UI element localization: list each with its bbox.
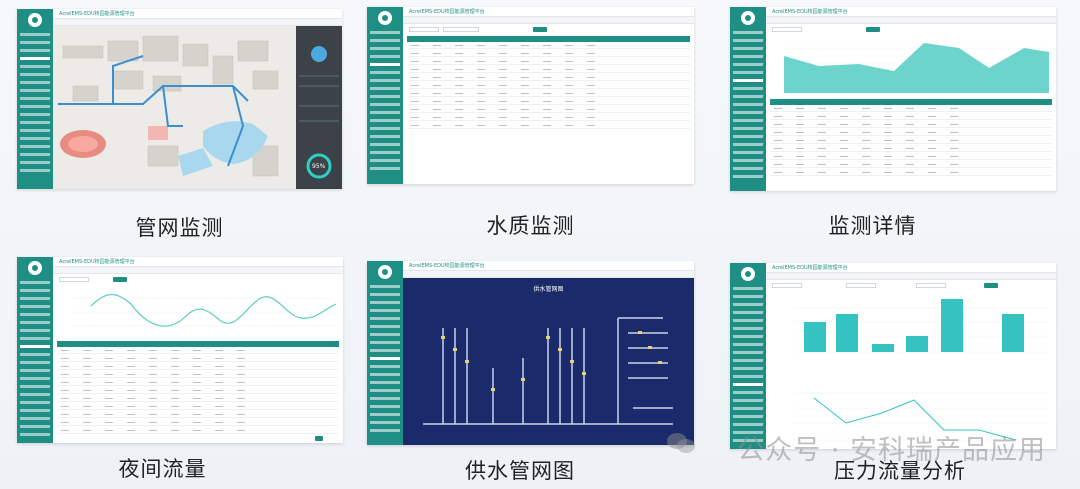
wechat-icon: [667, 433, 695, 453]
logo-icon: [378, 265, 392, 279]
analysis-panel: [766, 280, 1056, 449]
app-title: AcrelEMS-EDU校园能源管理平台: [409, 9, 485, 15]
screenshot-monitoring-detail: AcrelEMS-EDU校园能源管理平台: [730, 7, 1056, 191]
search-button[interactable]: [984, 283, 998, 288]
table-header: [57, 341, 339, 347]
app-title: AcrelEMS-EDU校园能源管理平台: [772, 265, 848, 271]
detail-panel: [766, 24, 1056, 191]
tab-bar[interactable]: [403, 17, 694, 32]
night-flow-panel: [53, 274, 343, 443]
sidebar: [730, 263, 766, 449]
area-chart: [784, 43, 1049, 94]
logo-icon: [741, 267, 755, 281]
logo-icon: [741, 11, 755, 25]
date-input[interactable]: [772, 27, 802, 32]
sidebar: [367, 261, 403, 445]
filter-input[interactable]: [409, 27, 439, 32]
water-quality-table: [403, 24, 694, 184]
pressure-bar-chart: [794, 299, 1049, 353]
search-button[interactable]: [113, 277, 127, 282]
watermark-text: 公众号 · 安科瑞产品应用: [737, 435, 1046, 466]
date-input[interactable]: [443, 27, 479, 32]
screenshot-water-quality: AcrelEMS-EDU校园能源管理平台: [367, 7, 694, 184]
tab-bar[interactable]: [53, 267, 343, 282]
table-header: [407, 36, 690, 42]
campus-map: 95%: [53, 26, 342, 189]
diagram-panel: 供水管网图: [403, 278, 694, 445]
sidebar: [17, 257, 53, 443]
tab-bar[interactable]: [403, 271, 694, 286]
line-chart: [71, 293, 336, 327]
pagination-current[interactable]: [315, 436, 323, 441]
app-header: AcrelEMS-EDU校园能源管理平台: [766, 263, 1056, 280]
water-gauge-value: 95%: [312, 163, 326, 170]
caption-water-quality: 水质监测: [486, 214, 575, 238]
app-header: AcrelEMS-EDU校园能源管理平台: [766, 7, 1056, 24]
tab-bar[interactable]: [53, 19, 342, 34]
tab-bar[interactable]: [766, 17, 1056, 32]
filter-input[interactable]: [772, 283, 802, 288]
caption-monitoring-detail: 监测详情: [828, 214, 917, 238]
logo-icon: [28, 261, 42, 275]
app-header: AcrelEMS-EDU校园能源管理平台: [403, 261, 694, 278]
app-header: AcrelEMS-EDU校园能源管理平台: [403, 7, 694, 24]
table-header: [770, 99, 1052, 105]
screenshot-pipe-monitoring: AcrelEMS-EDU校园能源管理平台 95%: [17, 9, 342, 189]
search-button[interactable]: [533, 27, 547, 32]
date-end-input[interactable]: [916, 283, 946, 288]
app-title: AcrelEMS-EDU校园能源管理平台: [409, 263, 485, 269]
sidebar: [367, 7, 403, 184]
app-title: AcrelEMS-EDU校园能源管理平台: [59, 11, 135, 17]
sidebar: [17, 9, 53, 189]
screenshot-pressure-flow-analysis: AcrelEMS-EDU校园能源管理平台: [730, 263, 1056, 449]
sidebar: [730, 7, 766, 191]
caption-night-flow: 夜间流量: [118, 457, 207, 481]
app-header: AcrelEMS-EDU校园能源管理平台: [53, 257, 343, 274]
logo-icon: [378, 11, 392, 25]
screenshot-water-supply-diagram: AcrelEMS-EDU校园能源管理平台 供水管网图: [367, 261, 694, 445]
search-button[interactable]: [866, 27, 880, 32]
app-title: AcrelEMS-EDU校园能源管理平台: [772, 9, 848, 15]
logo-icon: [28, 13, 42, 27]
screenshot-night-flow: AcrelEMS-EDU校园能源管理平台: [17, 257, 343, 443]
caption-water-supply-diagram: 供水管网图: [465, 459, 575, 483]
date-input[interactable]: [59, 277, 89, 282]
date-start-input[interactable]: [846, 283, 876, 288]
tab-bar[interactable]: [766, 273, 1056, 288]
pipe-network-diagram: [423, 317, 673, 425]
caption-pipe-monitoring: 管网监测: [135, 216, 224, 240]
map-view[interactable]: 95%: [53, 26, 342, 189]
app-header: AcrelEMS-EDU校园能源管理平台: [53, 9, 342, 26]
app-title: AcrelEMS-EDU校园能源管理平台: [59, 259, 135, 265]
